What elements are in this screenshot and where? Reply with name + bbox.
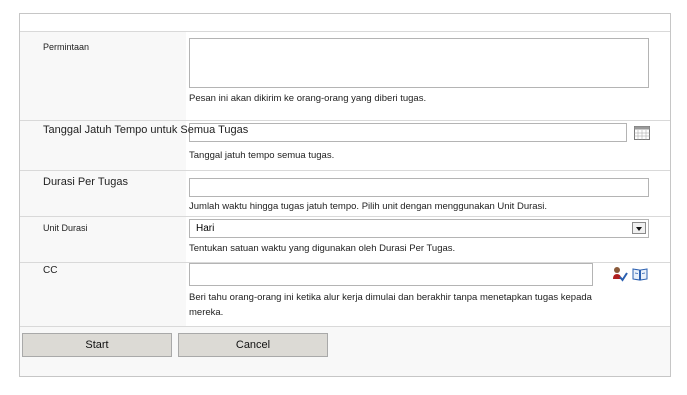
due-date-input[interactable] bbox=[189, 123, 627, 142]
permintaan-help: Pesan ini akan dikirim ke orang-orang ya… bbox=[189, 93, 427, 104]
cc-help-line1: Beri tahu orang-orang ini ketika alur ke… bbox=[189, 292, 592, 303]
browse-address-book-icon[interactable] bbox=[632, 267, 648, 281]
top-strip bbox=[20, 14, 670, 32]
due-date-label: Tanggal Jatuh Tempo untuk Semua Tugas bbox=[43, 124, 249, 136]
unit-select[interactable]: Hari bbox=[189, 219, 649, 238]
cc-people-picker[interactable] bbox=[189, 263, 593, 286]
row-unit: Unit Durasi Hari Tentukan satuan waktu y… bbox=[20, 217, 670, 263]
start-button[interactable]: Start bbox=[22, 333, 172, 357]
unit-selected-value: Hari bbox=[196, 223, 215, 234]
permintaan-label: Permintaan bbox=[43, 42, 90, 52]
cc-help-line2: mereka. bbox=[189, 307, 224, 318]
duration-input[interactable] bbox=[189, 178, 649, 197]
cancel-button[interactable]: Cancel bbox=[178, 333, 328, 357]
row-permintaan: Permintaan Pesan ini akan dikirim ke ora… bbox=[20, 32, 670, 121]
unit-help: Tentukan satuan waktu yang digunakan ole… bbox=[189, 243, 456, 254]
check-names-icon[interactable] bbox=[612, 266, 628, 282]
row-cc: CC Beri tahu orang-orang ini ketika alur… bbox=[20, 263, 670, 327]
row-duration: Durasi Per Tugas Jumlah waktu hingga tug… bbox=[20, 171, 670, 217]
row-due-date: Tanggal Jatuh Tempo untuk Semua Tugas Ta… bbox=[20, 121, 670, 171]
unit-label: Unit Durasi bbox=[43, 223, 88, 233]
duration-label: Durasi Per Tugas bbox=[43, 176, 128, 188]
workflow-start-form: Permintaan Pesan ini akan dikirim ke ora… bbox=[19, 13, 671, 377]
duration-help: Jumlah waktu hingga tugas jatuh tempo. P… bbox=[189, 201, 548, 212]
due-date-help: Tanggal jatuh tempo semua tugas. bbox=[189, 150, 335, 161]
chevron-down-icon[interactable] bbox=[632, 222, 646, 234]
cc-label: CC bbox=[43, 265, 58, 276]
calendar-icon[interactable] bbox=[634, 126, 650, 140]
permintaan-textarea[interactable] bbox=[189, 38, 649, 88]
